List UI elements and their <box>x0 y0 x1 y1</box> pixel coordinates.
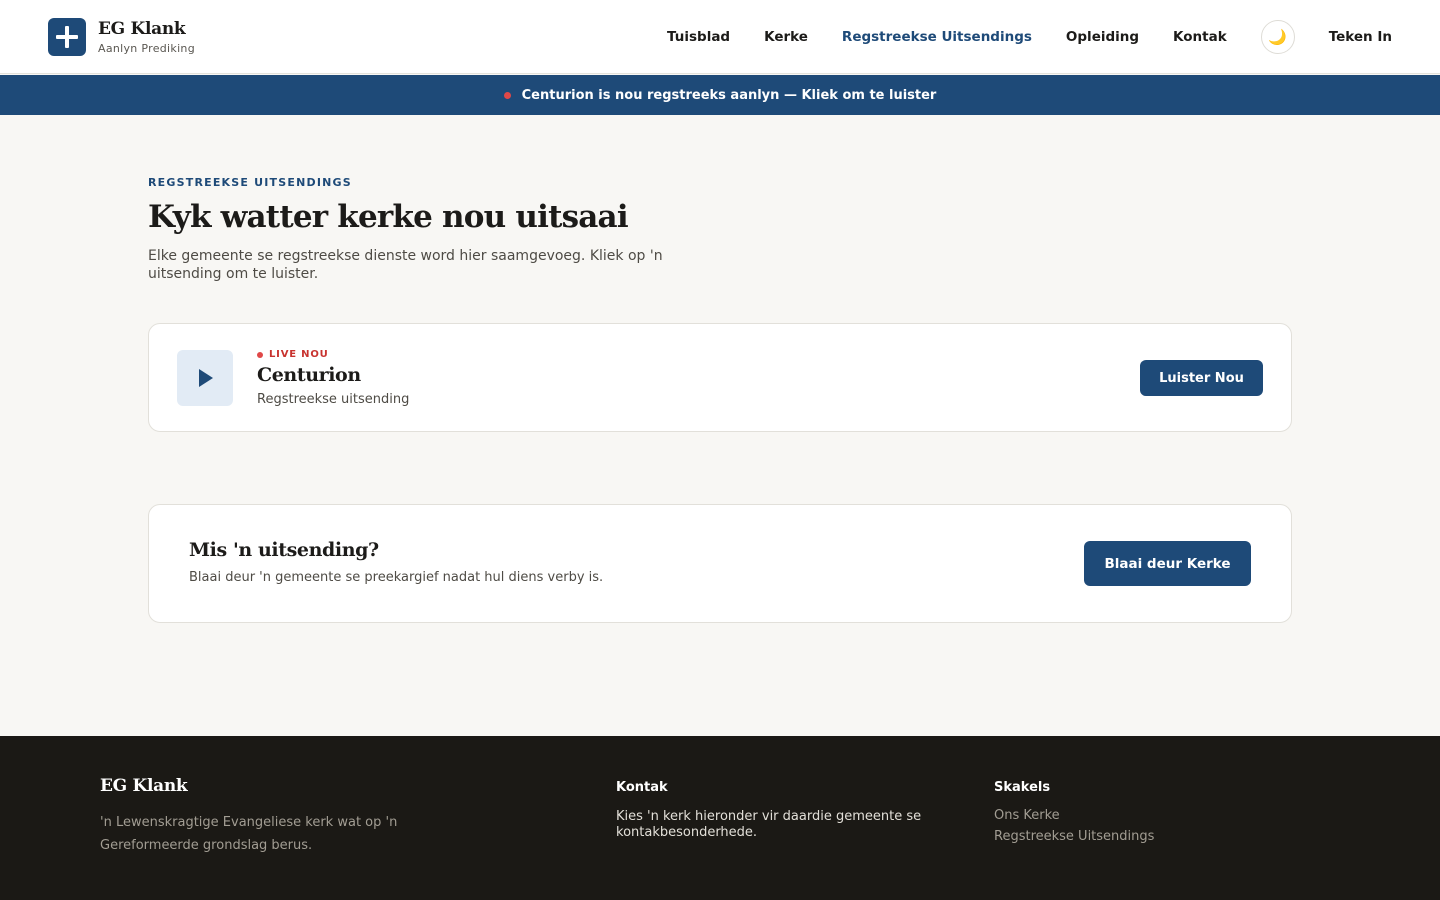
site-header: EG Klank Aanlyn Prediking Tuisblad Kerke… <box>0 0 1440 74</box>
nav-item-opleiding[interactable]: Opleiding <box>1066 29 1139 45</box>
footer-tagline: 'n Lewenskragtige Evangeliese kerk wat o… <box>100 815 398 853</box>
live-banner[interactable]: Centurion is nou regstreeks aanlyn — Kli… <box>0 75 1440 115</box>
nav-item-regstreekse-uitsendings[interactable]: Regstreekse Uitsendings <box>842 29 1032 45</box>
nav-item-kontak[interactable]: Kontak <box>1173 29 1227 45</box>
missed-title: Mis 'n uitsending? <box>189 539 379 561</box>
missed-description: Blaai deur 'n gemeente se preekargief na… <box>189 570 604 585</box>
logo-link[interactable]: EG Klank Aanlyn Prediking <box>48 18 195 56</box>
broadcast-subtitle: Regstreekse uitsending <box>257 392 410 407</box>
live-status-label: LIVE NOU <box>269 349 329 360</box>
brand-name: EG Klank <box>98 19 186 39</box>
footer-contact-column: Kontak Kies 'n kerk hieronder vir daardi… <box>616 780 956 841</box>
footer-contact-heading: Kontak <box>616 780 668 795</box>
footer-links-heading: Skakels <box>994 780 1051 795</box>
nav-item-kerke[interactable]: Kerke <box>764 29 808 45</box>
live-broadcast-card: LIVE NOU Centurion Regstreekse uitsendin… <box>148 323 1292 432</box>
section-eyebrow: REGSTREEKSE UITSENDINGS <box>148 176 352 189</box>
footer-contact-text: Kies 'n kerk hieronder vir daardie gemee… <box>616 809 922 840</box>
listen-now-button[interactable]: Luister Nou <box>1140 360 1263 396</box>
moon-icon: 🌙 <box>1268 28 1288 46</box>
brand-tagline: Aanlyn Prediking <box>98 42 195 55</box>
main-nav: Tuisblad Kerke Regstreekse Uitsendings O… <box>633 0 1392 74</box>
play-button[interactable] <box>177 350 233 406</box>
page-description: Elke gemeente se regstreekse dienste wor… <box>148 248 663 282</box>
footer-brand: EG Klank <box>100 776 188 796</box>
footer-link-ons-kerke[interactable]: Ons Kerke <box>994 808 1154 823</box>
missed-broadcast-card: Mis 'n uitsending? Blaai deur 'n gemeent… <box>148 504 1292 623</box>
footer-links-column: Skakels Ons Kerke Regstreekse Uitsending… <box>994 780 1154 844</box>
site-footer: EG Klank 'n Lewenskragtige Evangeliese k… <box>0 736 1440 900</box>
footer-link-regstreekse-uitsendings[interactable]: Regstreekse Uitsendings <box>994 829 1154 844</box>
banner-text: Centurion is nou regstreeks aanlyn — Kli… <box>521 87 937 103</box>
nav-item-tuisblad[interactable]: Tuisblad <box>667 29 730 45</box>
browse-churches-button[interactable]: Blaai deur Kerke <box>1084 541 1251 586</box>
signin-link[interactable]: Teken In <box>1329 29 1392 45</box>
live-dot-icon <box>257 351 263 358</box>
play-icon <box>199 369 213 387</box>
live-status: LIVE NOU <box>257 349 329 360</box>
church-name: Centurion <box>257 364 361 386</box>
cross-icon <box>48 18 86 56</box>
page-title: Kyk watter kerke nou uitsaai <box>148 199 629 235</box>
theme-toggle-button[interactable]: 🌙 <box>1260 20 1295 54</box>
live-dot-icon <box>503 91 511 99</box>
